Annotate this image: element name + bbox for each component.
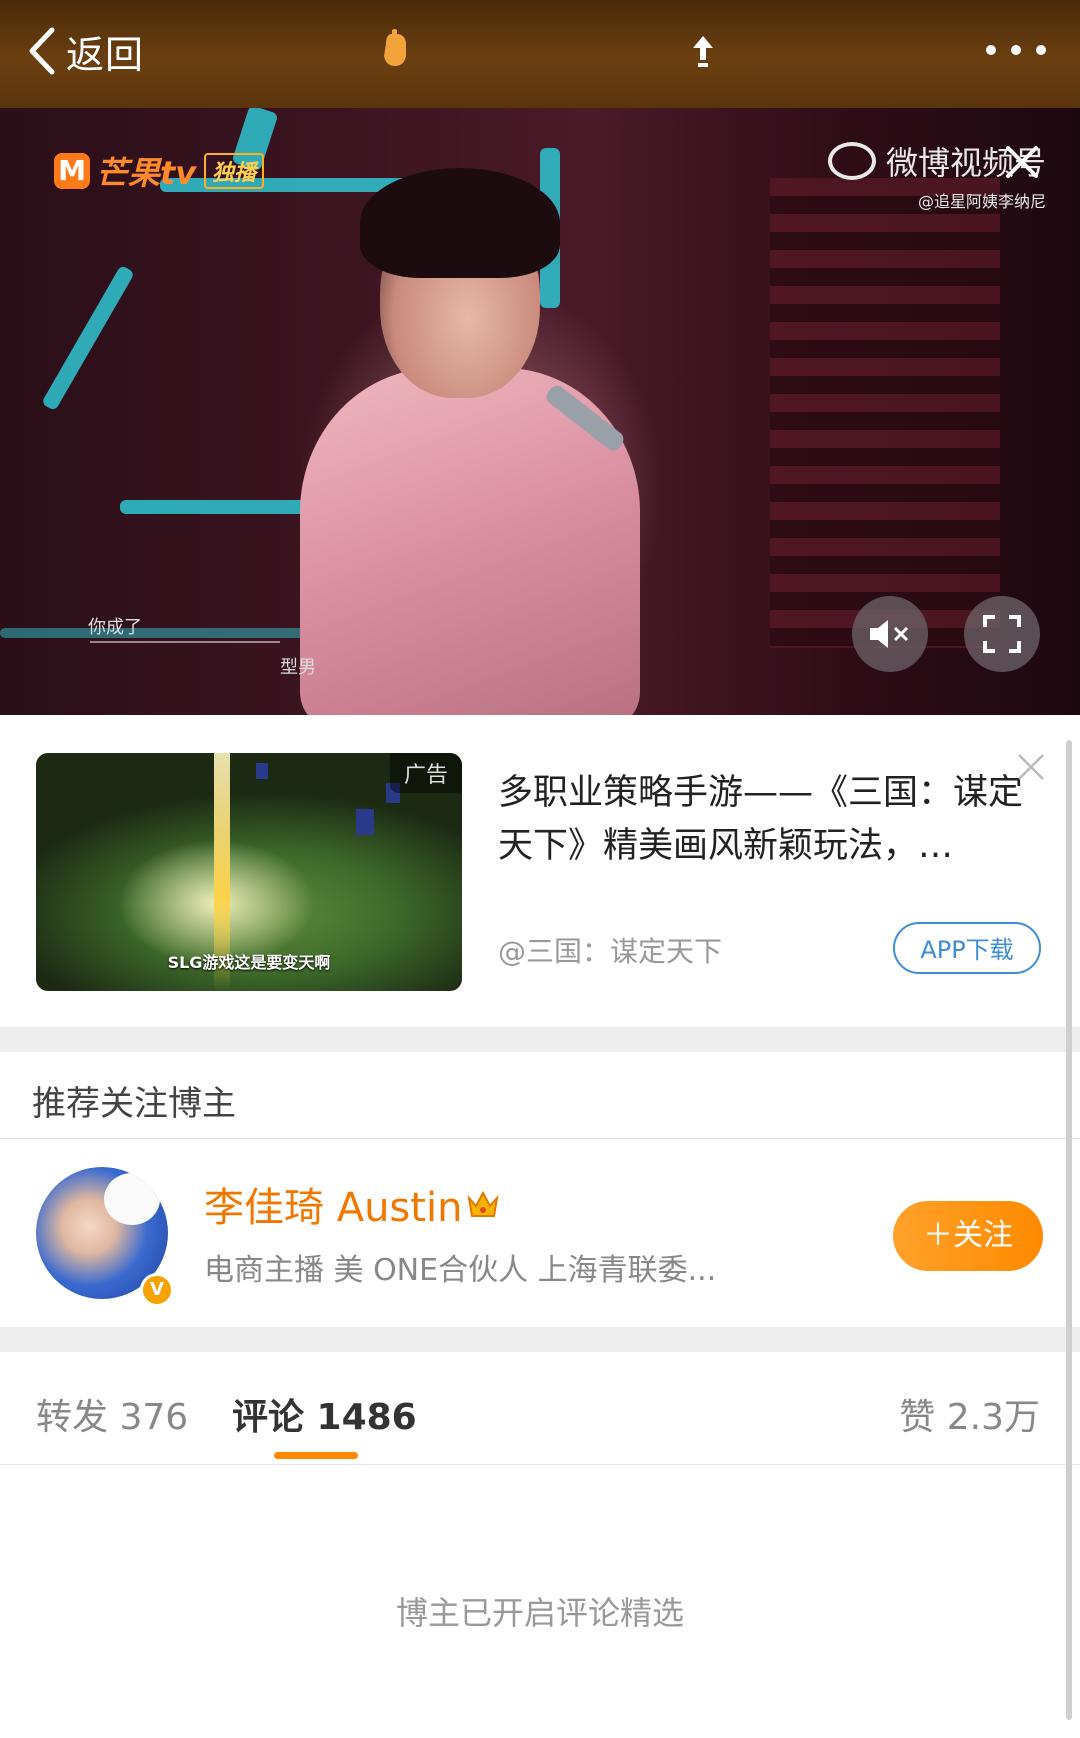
stage-backdrop [770,178,1000,648]
stage-light [41,264,135,412]
ad-source[interactable]: @三国：谋定天下 [498,930,722,970]
ad-title[interactable]: 多职业策略手游——《三国：谋定天下》精美画风新颖玩法，… [498,767,1038,873]
tab-comment[interactable]: 评论 1486 [232,1388,417,1440]
mgtv-logo-text: 芒果tv [96,154,197,192]
weibo-logo-icon [827,142,876,180]
hand-icon[interactable] [378,26,412,70]
close-icon[interactable] [1004,144,1040,180]
verified-badge: V [140,1273,174,1307]
section-divider [0,1027,1080,1052]
fullscreen-icon [983,615,1021,653]
back-button[interactable]: 返回 [26,20,144,82]
blogger-name: 李佳琦 Austin [204,1185,463,1231]
ad-thumbnail[interactable]: 广告 SLG游戏这是要变天啊 [36,753,462,991]
video-subtitle: 型男 [280,657,316,678]
avatar-dog [104,1173,160,1225]
scrollbar[interactable] [1066,740,1072,1720]
blogger-name-row[interactable]: 李佳琦 Austin [204,1175,500,1233]
share-icon[interactable] [690,34,716,70]
mute-icon [870,620,909,648]
recommend-header: 推荐关注博主 [0,1052,1080,1139]
ad-card[interactable]: 广告 SLG游戏这是要变天啊 多职业策略手游——《三国：谋定天下》精美画风新颖玩… [0,715,1080,1027]
singer-hair [360,168,560,278]
watermark-author: @追星阿姨李纳尼 [917,192,1046,211]
mgtv-logo-mark: M [54,153,90,189]
fullscreen-button[interactable] [964,596,1040,672]
crown-icon [467,1190,499,1217]
blogger-description: 电商主播 美 ONE合伙人 上海青联委... [204,1253,717,1288]
top-nav-bar: 返回 [0,0,1080,108]
section-divider [0,1327,1080,1352]
more-icon[interactable] [986,36,1046,64]
interaction-tabs: 转发 376 评论 1486 赞 2.3万 [0,1352,1080,1465]
ad-thumb-caption: SLG游戏这是要变天啊 [167,953,331,972]
tab-like[interactable]: 赞 2.3万 [899,1388,1040,1440]
video-player[interactable]: M 芒果tv 独播 微博视频号 @追星阿姨李纳尼 你成了 型男 [0,108,1080,715]
mute-button[interactable] [852,596,928,672]
back-label: 返回 [66,32,145,77]
subtitle-divider [90,641,280,643]
app-download-button[interactable]: APP下载 [893,922,1041,974]
close-icon[interactable] [1016,752,1046,782]
recommend-title: 推荐关注博主 [32,1084,236,1124]
follow-button[interactable]: ＋关注 [893,1201,1043,1271]
mgtv-logo: M 芒果tv 独播 [54,148,265,194]
comment-selection-note: 博主已开启评论精选 [395,1594,684,1632]
active-tab-indicator [274,1452,358,1459]
recommended-blogger-card[interactable]: V 李佳琦 Austin 电商主播 美 ONE合伙人 上海青联委... ＋关注 [0,1139,1080,1327]
flag-icon [356,809,374,835]
chevron-left-icon [29,27,55,75]
exclusive-badge: 独播 [204,153,265,189]
flag-icon [256,763,268,779]
video-subtitle: 你成了 [88,617,142,638]
tab-forward[interactable]: 转发 376 [36,1388,188,1440]
ad-label: 广告 [389,753,462,793]
